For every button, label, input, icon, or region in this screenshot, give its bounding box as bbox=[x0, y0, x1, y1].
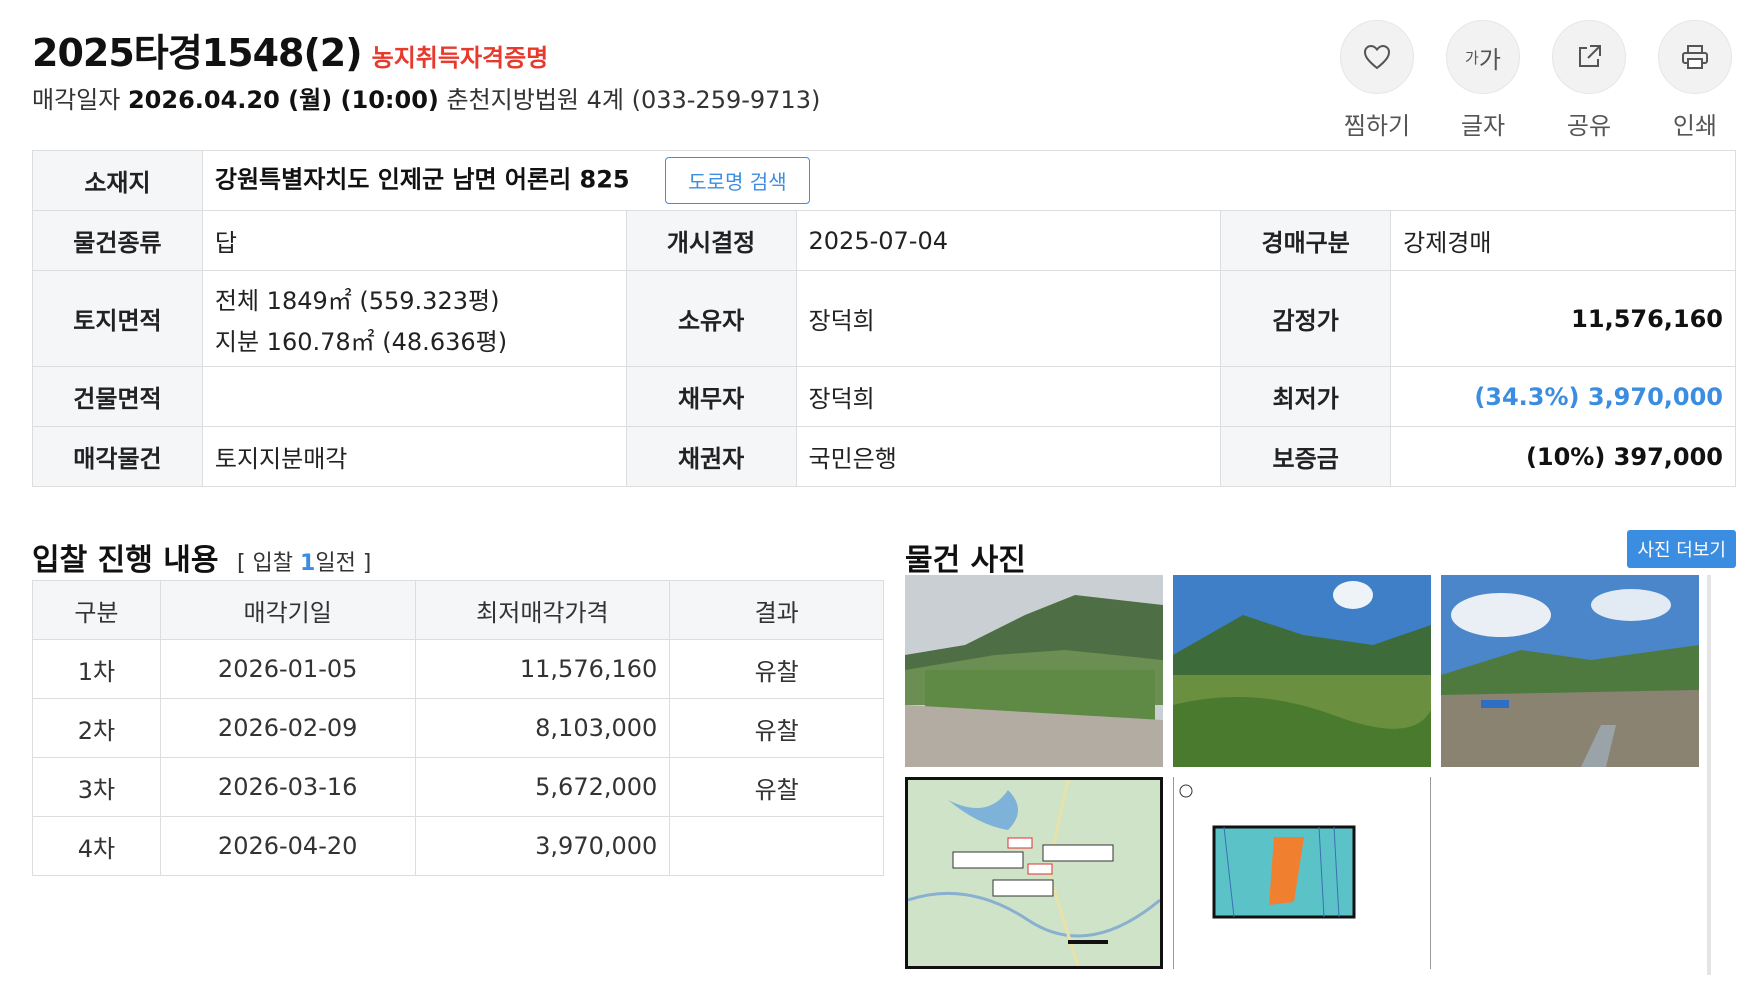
owner-header: 소유자 bbox=[625, 270, 797, 367]
building-area-header: 건물면적 bbox=[32, 366, 203, 427]
auction-type-header: 경매구분 bbox=[1220, 210, 1392, 271]
creditor-header: 채권자 bbox=[625, 426, 797, 487]
result-header: 결과 bbox=[669, 580, 884, 640]
minimum-price-value: (34.3%) 3,970,000 bbox=[1390, 366, 1736, 427]
price-cell: 3,970,000 bbox=[414, 816, 671, 876]
debtor-value: 장덕희 bbox=[795, 366, 1222, 427]
date-cell: 2026-03-16 bbox=[159, 757, 416, 817]
kind-value: 답 bbox=[201, 210, 627, 271]
sale-info: 매각일자 2026.04.20 (월) (10:00) 춘천지방법원 4계 (0… bbox=[32, 80, 820, 115]
font-size-button[interactable]: 가가 글자 bbox=[1446, 20, 1520, 141]
round-header: 구분 bbox=[32, 580, 161, 640]
print-icon bbox=[1658, 20, 1732, 94]
price-cell: 11,576,160 bbox=[414, 639, 671, 699]
photo-section-title: 물건 사진 bbox=[905, 543, 1026, 578]
bidding-days: 1 bbox=[300, 551, 316, 576]
date-header: 매각기일 bbox=[159, 580, 416, 640]
sale-date-label: 매각일자 bbox=[32, 86, 121, 114]
land-area-share: 지분 160.78㎡ (48.636평) bbox=[214, 327, 508, 356]
bidding-title: 입찰 진행 내용 bbox=[32, 543, 219, 578]
land-area-value: 전체 1849㎡ (559.323평) 지분 160.78㎡ (48.636평) bbox=[201, 270, 627, 367]
print-button[interactable]: 인쇄 bbox=[1658, 20, 1732, 141]
result-cell: 유찰 bbox=[669, 757, 884, 817]
photo-thumbnail[interactable] bbox=[1441, 575, 1699, 767]
result-cell: 유찰 bbox=[669, 698, 884, 758]
round-cell: 1차 bbox=[32, 639, 161, 699]
cadastral-map-thumbnail[interactable] bbox=[1173, 777, 1431, 969]
round-cell: 4차 bbox=[32, 816, 161, 876]
case-number: 2025타경1548(2) bbox=[32, 31, 363, 75]
location-header: 소재지 bbox=[32, 150, 203, 211]
table-row: 1차 2026-01-05 11,576,160 유찰 bbox=[32, 639, 884, 699]
land-area-total: 전체 1849㎡ (559.323평) bbox=[214, 286, 500, 315]
round-cell: 3차 bbox=[32, 757, 161, 817]
table-row: 4차 2026-04-20 3,970,000 bbox=[32, 816, 884, 876]
bidding-header-row: 구분 매각기일 최저매각가격 결과 bbox=[32, 580, 884, 640]
font-size-icon: 가가 bbox=[1446, 20, 1520, 94]
land-area-header: 토지면적 bbox=[32, 270, 203, 367]
favorite-button[interactable]: 찜하기 bbox=[1340, 20, 1414, 141]
bidding-section-title: 입찰 진행 내용 [ 입찰 1일전 ] bbox=[32, 535, 371, 579]
table-row: 3차 2026-03-16 5,672,000 유찰 bbox=[32, 757, 884, 817]
case-header: 2025타경1548(2) 농지취득자격증명 bbox=[32, 22, 548, 77]
price-header: 최저매각가격 bbox=[414, 580, 671, 640]
appraisal-header: 감정가 bbox=[1220, 270, 1392, 367]
building-area-value bbox=[201, 366, 627, 427]
photo-thumbnail[interactable] bbox=[905, 575, 1163, 767]
price-cell: 8,103,000 bbox=[414, 698, 671, 758]
print-label: 인쇄 bbox=[1672, 112, 1718, 140]
date-cell: 2026-01-05 bbox=[159, 639, 416, 699]
deposit-header: 보증금 bbox=[1220, 426, 1392, 487]
share-label: 공유 bbox=[1566, 112, 1612, 140]
minimum-price-header: 최저가 bbox=[1220, 366, 1392, 427]
more-photos-button[interactable]: 사진 더보기 bbox=[1627, 530, 1736, 568]
share-button[interactable]: 공유 bbox=[1552, 20, 1626, 141]
photo-thumbnail[interactable] bbox=[1173, 575, 1431, 767]
location-map-thumbnail[interactable] bbox=[905, 777, 1163, 969]
price-cell: 5,672,000 bbox=[414, 757, 671, 817]
start-header: 개시결정 bbox=[625, 210, 797, 271]
court-info: 춘천지방법원 4계 (033-259-9713) bbox=[446, 86, 821, 114]
kind-header: 물건종류 bbox=[32, 210, 203, 271]
table-row: 2차 2026-02-09 8,103,000 유찰 bbox=[32, 698, 884, 758]
sale-datetime: 2026.04.20 (월) (10:00) bbox=[127, 86, 439, 114]
round-cell: 2차 bbox=[32, 698, 161, 758]
favorite-label: 찜하기 bbox=[1343, 112, 1411, 140]
owner-value: 장덕희 bbox=[795, 270, 1222, 367]
creditor-value: 국민은행 bbox=[795, 426, 1222, 487]
gallery-scrollbar[interactable] bbox=[1707, 575, 1711, 975]
deposit-value: (10%) 397,000 bbox=[1390, 426, 1736, 487]
debtor-header: 채무자 bbox=[625, 366, 797, 427]
road-name-search-button[interactable]: 도로명 검색 bbox=[665, 157, 810, 204]
bidding-table: 구분 매각기일 최저매각가격 결과 1차 2026-01-05 11,576,1… bbox=[32, 580, 884, 876]
auction-type-value: 강제경매 bbox=[1390, 210, 1736, 271]
result-cell: 유찰 bbox=[669, 639, 884, 699]
result-cell bbox=[669, 816, 884, 876]
location-cell: 강원특별자치도 인제군 남면 어론리 825 도로명 검색 bbox=[201, 150, 1737, 211]
font-size-label: 글자 bbox=[1460, 112, 1506, 140]
farmland-certificate-badge[interactable]: 농지취득자격증명 bbox=[372, 38, 549, 73]
property-info-table: 소재지 강원특별자치도 인제군 남면 어론리 825 도로명 검색 물건종류 답… bbox=[32, 150, 1737, 487]
appraisal-value: 11,576,160 bbox=[1390, 270, 1736, 367]
action-toolbar: 찜하기 가가 글자 공유 인쇄 bbox=[1340, 20, 1732, 141]
date-cell: 2026-02-09 bbox=[159, 698, 416, 758]
sale-item-header: 매각물건 bbox=[32, 426, 203, 487]
heart-icon bbox=[1340, 20, 1414, 94]
location-address: 강원특별자치도 인제군 남면 어론리 825 bbox=[214, 165, 630, 194]
bidding-countdown: [ 입찰 1일전 ] bbox=[236, 551, 372, 576]
sale-item-value: 토지지분매각 bbox=[201, 426, 627, 487]
share-icon bbox=[1552, 20, 1626, 94]
start-value: 2025-07-04 bbox=[795, 210, 1222, 271]
date-cell: 2026-04-20 bbox=[159, 816, 416, 876]
